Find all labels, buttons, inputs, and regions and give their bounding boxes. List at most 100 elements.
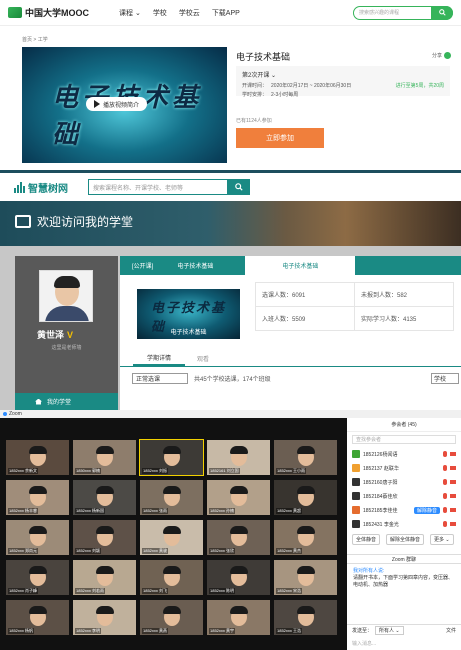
participant-hair [96, 566, 114, 574]
mooc-nav: 课程 ⌄ 学校 学校云 下载APP [119, 8, 240, 18]
video-tile[interactable]: 1852xxx 黄骏 [140, 520, 203, 555]
video-tile[interactable]: 1852xxx 余新文 [6, 440, 69, 475]
video-tile[interactable]: 1852xxx 孙楠 [207, 480, 270, 515]
video-tile[interactable]: 1852xxx 黄杰 [274, 520, 337, 555]
participant-avatar [352, 492, 360, 500]
share-button[interactable]: 分享 [432, 52, 451, 59]
mooc-search-button[interactable] [431, 5, 453, 20]
participant-row[interactable]: 1852126杨闻语 [347, 447, 461, 461]
zhs-search-input[interactable]: 搜索课程名称、开课学校、老师等 [88, 179, 228, 195]
participant-row[interactable]: 1852184蔡佳欣 [347, 489, 461, 503]
video-tile-name: 1852xxx 杨帆 [8, 628, 35, 634]
home-icon [35, 398, 42, 405]
breadcrumb[interactable]: 首页 > 工学 [22, 36, 48, 43]
participant-hair [29, 566, 47, 574]
participant-row[interactable]: 1852185李佳佳 解除静音 [347, 503, 461, 517]
stat-active: 入班人数：5509 [255, 306, 355, 331]
school-select[interactable]: 学校 [431, 373, 459, 384]
term-selector[interactable]: 第2次开课 ⌄ [242, 70, 444, 79]
participant-row[interactable]: 1852160唐子阳 [347, 475, 461, 489]
participant-hair [163, 446, 181, 454]
tab-watch[interactable]: 观看 [197, 351, 209, 366]
nav-download-app[interactable]: 下载APP [212, 8, 240, 18]
video-tile[interactable]: 1852xxx 张欣 [207, 520, 270, 555]
course-thumbnail[interactable]: 电子技术基础 电子技术基础 [137, 289, 240, 339]
video-tile[interactable]: 1852xxx 郑尚元 [6, 520, 69, 555]
video-tile[interactable]: 1852xxx 刘颖 [73, 520, 136, 555]
video-tile[interactable]: 1850xxx 郭楠 [73, 440, 136, 475]
nav-school[interactable]: 学校 [153, 8, 167, 18]
video-tile[interactable]: 1852xxx 刘若雨 [73, 560, 136, 595]
video-tile-name: 1852xxx 刘飞 [142, 588, 169, 594]
mooc-logo-icon [8, 7, 22, 18]
video-tile-name: 1852xxx 黄超 [276, 508, 303, 514]
more-button[interactable]: 更多 ⌄ [430, 534, 454, 545]
search-icon [438, 9, 446, 16]
unmute-button[interactable]: 解除静音 [413, 506, 440, 514]
video-tile[interactable]: 1852xxx 宋浩 [274, 560, 337, 595]
zhs-search-button[interactable] [228, 179, 250, 195]
play-intro-button[interactable]: 播放视频简介 [86, 97, 148, 111]
video-tile[interactable]: 1852xxx 王小雨 [274, 440, 337, 475]
video-tile-name: 1852xxx 肖子峰 [8, 588, 39, 594]
filter-row: 正常选课 共45个学校选课，174个班级 [132, 373, 271, 384]
cover-title: 电子技术基础 [52, 82, 203, 149]
file-button[interactable]: 文件 [446, 627, 456, 634]
video-tile[interactable]: 1852xxx 黄燕 [140, 600, 203, 635]
video-tile-name: 1852xxx 黄骏 [142, 548, 169, 554]
mic-muted-icon [443, 507, 447, 513]
participant-name: 1852184蔡佳欣 [363, 493, 398, 500]
video-tile[interactable]: 1852xxx 黄超 [274, 480, 337, 515]
video-tile-name: 1852xxx 孙楠 [209, 508, 236, 514]
video-tile[interactable]: 1852xxx 杨丰睿 [6, 480, 69, 515]
participant-hair [163, 606, 181, 614]
participant-row[interactable]: 1852431 李金光 [347, 517, 461, 531]
course-cover-video[interactable]: 电子技术基础 播放视频简介 [22, 47, 227, 163]
participant-hair [163, 486, 181, 494]
mooc-search-input[interactable]: 搜索感兴趣的课程 [353, 5, 453, 20]
teacher-avatar [39, 270, 93, 322]
participant-row[interactable]: 1852137 赵联华 [347, 461, 461, 475]
join-button[interactable]: 立即参加 [236, 128, 324, 148]
video-tile[interactable]: 1852xxx 杨帆 [6, 600, 69, 635]
participant-avatar [352, 450, 360, 458]
send-to-select[interactable]: 所有人 ⌄ [375, 626, 404, 635]
video-tile[interactable]: 1852xxx 肖子峰 [6, 560, 69, 595]
menu-home-label: 我的学堂 [47, 400, 72, 406]
tab-open-course[interactable]: [公开课] [120, 256, 165, 275]
video-tile-name: 1852xxx 杨丰睿 [8, 508, 39, 514]
enroll-type-select[interactable]: 正常选课 [132, 373, 188, 384]
participant-hair [96, 486, 114, 494]
participants-search[interactable]: 查找参会者 [352, 435, 456, 444]
mooc-brand: 中国大学MOOC [25, 8, 89, 18]
video-tile[interactable]: 1852xxx 黄宇 [207, 600, 270, 635]
participant-name: 1852126杨闻语 [363, 451, 398, 458]
zhs-logo[interactable]: 智慧树网 [14, 180, 68, 195]
mooc-logo[interactable]: 中国大学MOOC [8, 6, 89, 19]
video-tile[interactable]: 1852xxx 陈明 [207, 560, 270, 595]
video-tile-name: 1852xxx 黄杰 [276, 548, 303, 554]
nav-course[interactable]: 课程 ⌄ [119, 8, 141, 18]
enrolled-count: 已有1124人参加 [236, 118, 272, 124]
video-tile[interactable]: 1852xxx 王浩 [274, 600, 337, 635]
video-tile[interactable]: 1852xxx 杨新国 [73, 480, 136, 515]
nav-school-cloud[interactable]: 学校云 [179, 8, 200, 18]
participant-hair [29, 526, 47, 534]
camera-off-icon [450, 494, 456, 498]
video-tile[interactable]: 1852xxx 刘振 [139, 439, 204, 476]
tab-term-detail[interactable]: 学期详情 [133, 351, 185, 366]
video-tile[interactable]: 1852161 刘立国 [207, 440, 270, 475]
video-tile[interactable]: 1852xxx 李明 [73, 600, 136, 635]
chat-input[interactable]: 输入消息... [352, 640, 376, 647]
participant-hair [163, 566, 181, 574]
participant-hair [163, 526, 181, 534]
tab-active-course[interactable]: 电子技术基础 [245, 256, 356, 275]
video-tile[interactable]: 1852xxx 刘飞 [140, 560, 203, 595]
tab-course-name[interactable]: 电子技术基础 [165, 256, 225, 275]
video-tile[interactable]: 1852xxx 张雨 [140, 480, 203, 515]
menu-my-classroom[interactable]: 我的学堂 [15, 393, 118, 410]
mute-all-button[interactable]: 全体静音 [352, 534, 381, 545]
unmute-all-button[interactable]: 解除全体静音 [386, 534, 425, 545]
stat-unread: 未报到人数：582 [354, 282, 454, 307]
participant-hair [29, 606, 47, 614]
